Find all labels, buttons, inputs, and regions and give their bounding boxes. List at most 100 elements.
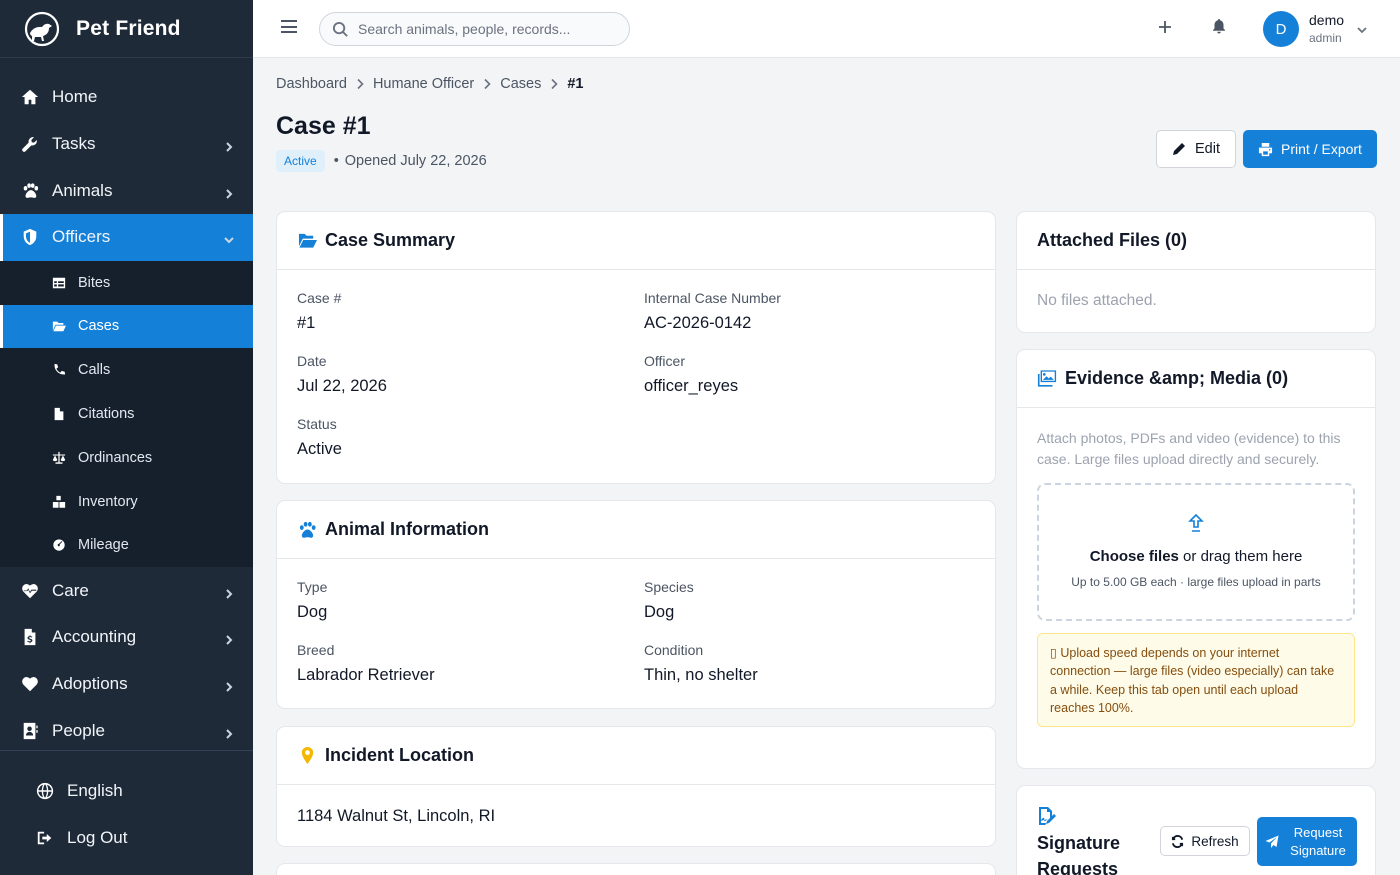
folder-open-icon — [297, 231, 317, 251]
avatar[interactable]: D — [1263, 11, 1299, 47]
card-title: Signature Requests — [1037, 833, 1121, 875]
search-input[interactable] — [358, 21, 608, 37]
sidebar-subitem-cases[interactable]: Cases — [0, 304, 253, 349]
sidebar-item-accounting[interactable]: Accounting — [0, 614, 253, 661]
field-date: Date Jul 22, 2026 — [297, 353, 644, 416]
print-export-button[interactable]: Print / Export — [1243, 130, 1377, 168]
card-title: Attached Files (0) — [1037, 230, 1188, 250]
sidebar-item-label: People — [52, 720, 105, 740]
chevron-right-icon — [223, 138, 235, 152]
sidebar-subitem-calls[interactable]: Calls — [0, 348, 253, 392]
animal-information-card: Animal Information Type Dog Species Dog … — [276, 500, 996, 709]
field-label: Species — [644, 579, 694, 595]
file-dropzone[interactable]: Choose files or drag them here Up to 5.0… — [1037, 483, 1355, 621]
topbar: D demo admin — [253, 0, 1400, 58]
print-label: Print / Export — [1281, 141, 1362, 157]
field-value: AC-2026-0142 — [644, 314, 752, 332]
field-internal-case-number: Internal Case Number AC-2026-0142 — [644, 290, 975, 353]
attached-files-card: Attached Files (0) No files attached. — [1016, 211, 1376, 333]
sidebar-item-home[interactable]: Home — [0, 74, 253, 121]
search-box[interactable] — [319, 12, 630, 46]
chevron-right-icon — [549, 78, 559, 90]
meta-separator: • — [333, 153, 339, 169]
edit-button[interactable]: Edit — [1156, 130, 1236, 168]
request-signature-button[interactable]: Request Signature — [1257, 817, 1357, 866]
sidebar-item-adoptions[interactable]: Adoptions — [0, 661, 253, 708]
sidebar-subitem-ordinances[interactable]: Ordinances — [0, 436, 253, 480]
breadcrumb-current: #1 — [567, 76, 584, 92]
sidebar-item-people[interactable]: People — [0, 707, 253, 754]
menu-toggle-icon[interactable] — [281, 20, 297, 36]
sidebar-item-care[interactable]: Care — [0, 567, 253, 614]
field-species: Species Dog — [644, 579, 975, 642]
sidebar: Pet Friend Home Tasks Animals Officers B… — [0, 0, 253, 875]
user-menu[interactable]: demo admin — [1309, 12, 1344, 45]
field-label: Status — [297, 416, 337, 432]
sidebar-subitem-mileage[interactable]: Mileage — [0, 524, 253, 568]
brand-name: Pet Friend — [76, 16, 181, 40]
chevron-down-icon[interactable] — [1356, 23, 1368, 41]
card-header: Evidence &amp; Media (0) — [1017, 350, 1375, 408]
shield-icon — [20, 227, 40, 247]
pencil-icon — [1173, 143, 1185, 155]
field-value: Dog — [297, 603, 328, 621]
field-value: Labrador Retriever — [297, 666, 435, 684]
next-card — [276, 863, 996, 875]
chevron-right-icon — [223, 585, 235, 599]
paper-plane-icon — [1265, 835, 1279, 848]
logout-button[interactable]: Log Out — [0, 814, 253, 861]
refresh-icon — [1172, 834, 1184, 848]
field-label: Breed — [297, 642, 335, 658]
chevron-down-icon — [223, 231, 235, 244]
page-title: Case #1 — [276, 112, 371, 140]
card-header: Case Summary — [277, 212, 995, 270]
sidebar-item-animals[interactable]: Animals — [0, 167, 253, 214]
sidebar-subitem-bites[interactable]: Bites — [0, 261, 253, 305]
logout-icon — [35, 828, 55, 848]
upload-limit: Up to 5.00 GB each · large files upload … — [1071, 575, 1321, 589]
sidebar-subitem-inventory[interactable]: Inventory — [0, 480, 253, 524]
refresh-button[interactable]: Refresh — [1160, 826, 1250, 856]
sidebar-item-officers[interactable]: Officers — [0, 214, 253, 261]
sidebar-item-label: Tasks — [52, 134, 96, 154]
invoice-icon — [20, 627, 40, 647]
case-meta: Active • Opened July 22, 2026 — [276, 150, 487, 172]
status-badge: Active — [276, 150, 325, 172]
paw-icon — [297, 520, 317, 540]
sidebar-item-tasks[interactable]: Tasks — [0, 121, 253, 168]
add-icon[interactable] — [1156, 18, 1176, 38]
incident-address: 1184 Walnut St, Lincoln, RI — [297, 807, 496, 825]
language-selector[interactable]: English — [0, 767, 253, 814]
breadcrumb-dashboard[interactable]: Dashboard — [276, 76, 347, 92]
gauge-icon — [51, 537, 67, 553]
chevron-right-icon — [355, 78, 365, 90]
card-header: Attached Files (0) — [1017, 212, 1375, 270]
animal-fields: Type Dog Species Dog Breed Labrador Retr… — [277, 559, 995, 705]
breadcrumb-humane-officer[interactable]: Humane Officer — [373, 76, 474, 92]
evidence-media-card: Evidence &amp; Media (0) Attach photos, … — [1016, 349, 1376, 769]
bell-icon[interactable] — [1211, 18, 1231, 38]
brand[interactable]: Pet Friend — [0, 0, 253, 58]
field-label: Condition — [644, 642, 704, 658]
sidebar-subitem-citations[interactable]: Citations — [0, 392, 253, 436]
drag-text: or drag them here — [1178, 548, 1303, 565]
field-label: Type — [297, 579, 328, 595]
case-summary-card: Case Summary Case # #1 Internal Case Num… — [276, 211, 996, 484]
incident-location-card: Incident Location 1184 Walnut St, Lincol… — [276, 726, 996, 847]
refresh-label: Refresh — [1191, 833, 1239, 849]
field-condition: Condition Thin, no shelter — [644, 642, 975, 705]
field-label: Internal Case Number — [644, 290, 781, 306]
language-label: English — [67, 780, 123, 800]
logout-label: Log Out — [67, 827, 128, 847]
search-icon — [332, 21, 348, 37]
breadcrumb-cases[interactable]: Cases — [500, 76, 541, 92]
sidebar-item-label: Care — [52, 580, 89, 600]
field-type: Type Dog — [297, 579, 644, 642]
field-label: Officer — [644, 353, 685, 369]
map-pin-icon — [297, 746, 317, 766]
sidebar-item-label: Officers — [52, 227, 111, 247]
opened-date: Opened July 22, 2026 — [344, 153, 487, 169]
sidebar-subitem-label: Mileage — [78, 537, 129, 554]
home-icon — [20, 87, 40, 107]
choose-files-link[interactable]: Choose files — [1090, 548, 1179, 565]
